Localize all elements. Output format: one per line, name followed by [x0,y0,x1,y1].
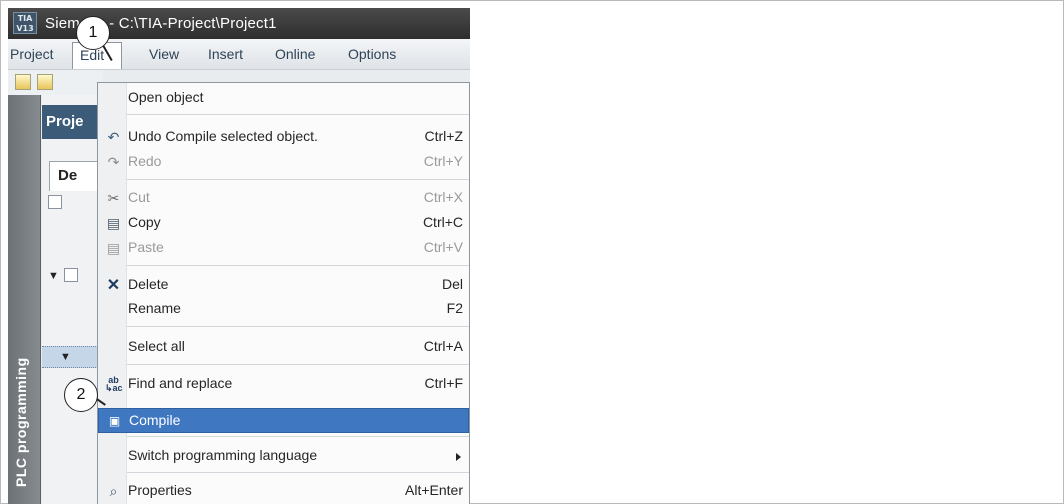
callout-1: 1 [76,16,110,50]
new-project-icon[interactable] [15,74,31,90]
add-device-icon[interactable] [48,195,62,209]
find-replace-icon: ab ↳ac [105,375,123,393]
menu-options[interactable]: Options [348,46,396,62]
menu-item-cut[interactable]: ✂ Cut Ctrl+X [98,186,469,211]
menu-item-properties[interactable]: ⌕ Properties Alt+Enter [98,479,469,504]
menu-item-copy[interactable]: ▤ Copy Ctrl+C [98,211,469,236]
delete-icon: ✕ [106,277,121,294]
menu-item-rename[interactable]: Rename F2 [98,297,469,322]
portal-sidebar: PLC programming [8,95,41,504]
menu-separator [127,472,469,473]
menu-item-undo[interactable]: ↶ Undo Compile selected object. Ctrl+Z [98,125,469,150]
tia-portal-window: TIA V13 Siemens - C:\TIA-Project\Project1… [8,8,470,504]
edit-menu: Open object ↶ Undo Compile selected obje… [97,82,470,504]
tia-logo-icon: TIA V13 [13,12,37,34]
properties-icon: ⌕ [109,483,118,499]
callout-2: 2 [64,378,98,412]
paste-icon: ▤ [106,240,121,256]
menu-online[interactable]: Online [275,46,315,62]
open-project-icon[interactable] [37,74,53,90]
project-icon [64,268,78,282]
menu-item-redo[interactable]: ↷ Redo Ctrl+Y [98,150,469,175]
redo-icon: ↷ [107,154,120,170]
menu-insert[interactable]: Insert [208,46,243,62]
menu-project[interactable]: Project [10,46,54,62]
menu-item-open-object[interactable]: Open object [98,86,469,111]
menu-item-compile[interactable]: ▣ Compile [98,408,469,433]
figure-frame: TIA V13 Siemens - C:\TIA-Project\Project1… [0,0,1064,504]
cut-icon: ✂ [107,190,120,206]
compile-icon: ▣ [108,414,121,428]
copy-icon: ▤ [106,215,121,231]
menu-separator [127,114,469,115]
menu-separator [127,364,469,365]
menu-separator [127,436,469,437]
submenu-arrow-icon [456,453,461,461]
menu-item-select-all[interactable]: Select all Ctrl+A [98,335,469,360]
menu-separator [127,179,469,180]
expand-arrow-icon[interactable]: ▼ [60,351,71,363]
menu-bar: Project Edit View Insert Online Options [8,39,470,70]
toolbar [8,70,103,95]
menu-item-switch-language[interactable]: Switch programming language [98,444,469,469]
menu-separator [127,265,469,266]
menu-view[interactable]: View [149,46,179,62]
menu-item-delete[interactable]: ✕ Delete Del [98,273,469,298]
sidebar-label: PLC programming [13,357,29,487]
menu-item-find-replace[interactable]: ab ↳ac Find and replace Ctrl+F [98,372,469,397]
expand-arrow-icon[interactable]: ▼ [48,270,59,282]
undo-icon: ↶ [107,129,120,145]
menu-separator [127,326,469,327]
menu-item-paste[interactable]: ▤ Paste Ctrl+V [98,236,469,261]
